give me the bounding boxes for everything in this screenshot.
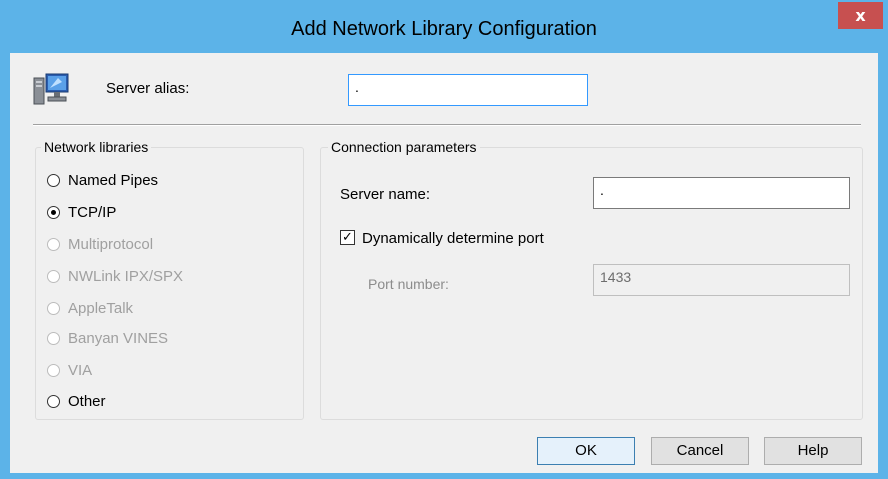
- cancel-button[interactable]: Cancel: [651, 437, 749, 465]
- window-bottom-border: [0, 473, 888, 479]
- radio-label: NWLink IPX/SPX: [68, 268, 184, 285]
- connection-parameters-title: Connection parameters: [328, 139, 480, 155]
- radio-button-disabled: [47, 332, 60, 345]
- window-right-border: [878, 53, 888, 479]
- radio-button-disabled: [47, 238, 60, 251]
- dynamic-port-label[interactable]: Dynamically determine port: [362, 230, 544, 247]
- radio-label: Other: [68, 393, 106, 410]
- help-button[interactable]: Help: [764, 437, 862, 465]
- radio-label: TCP/IP: [68, 204, 117, 221]
- dialog-window: Add Network Library Configuration x Serv…: [0, 0, 888, 479]
- radio-button[interactable]: [47, 395, 60, 408]
- radio-label: Multiprotocol: [68, 236, 154, 253]
- dynamic-port-checkbox[interactable]: ✓: [340, 230, 355, 245]
- server-name-input[interactable]: .: [593, 177, 850, 209]
- radio-label: AppleTalk: [68, 300, 134, 317]
- server-alias-input[interactable]: .: [348, 74, 588, 106]
- radio-button-disabled: [47, 302, 60, 315]
- server-name-label: Server name:: [340, 186, 431, 203]
- window-title: Add Network Library Configuration: [291, 18, 597, 40]
- server-computer-icon: [33, 73, 69, 105]
- checkmark-icon: ✓: [342, 230, 353, 245]
- port-number-input: 1433: [593, 264, 850, 296]
- radio-label: Named Pipes: [68, 172, 159, 189]
- radio-label: VIA: [68, 362, 93, 379]
- network-libraries-title: Network libraries: [41, 139, 152, 155]
- separator: [33, 124, 861, 126]
- radio-button-disabled: [47, 364, 60, 377]
- radio-button-disabled: [47, 270, 60, 283]
- ok-button[interactable]: OK: [537, 437, 635, 465]
- window-left-border: [0, 53, 10, 479]
- radio-button[interactable]: [47, 174, 60, 187]
- radio-button-selected[interactable]: [47, 206, 60, 219]
- close-button[interactable]: x: [838, 2, 883, 29]
- server-alias-label: Server alias:: [106, 80, 190, 97]
- close-icon: x: [855, 6, 866, 25]
- port-number-label: Port number:: [368, 276, 449, 292]
- radio-label: Banyan VINES: [68, 330, 169, 347]
